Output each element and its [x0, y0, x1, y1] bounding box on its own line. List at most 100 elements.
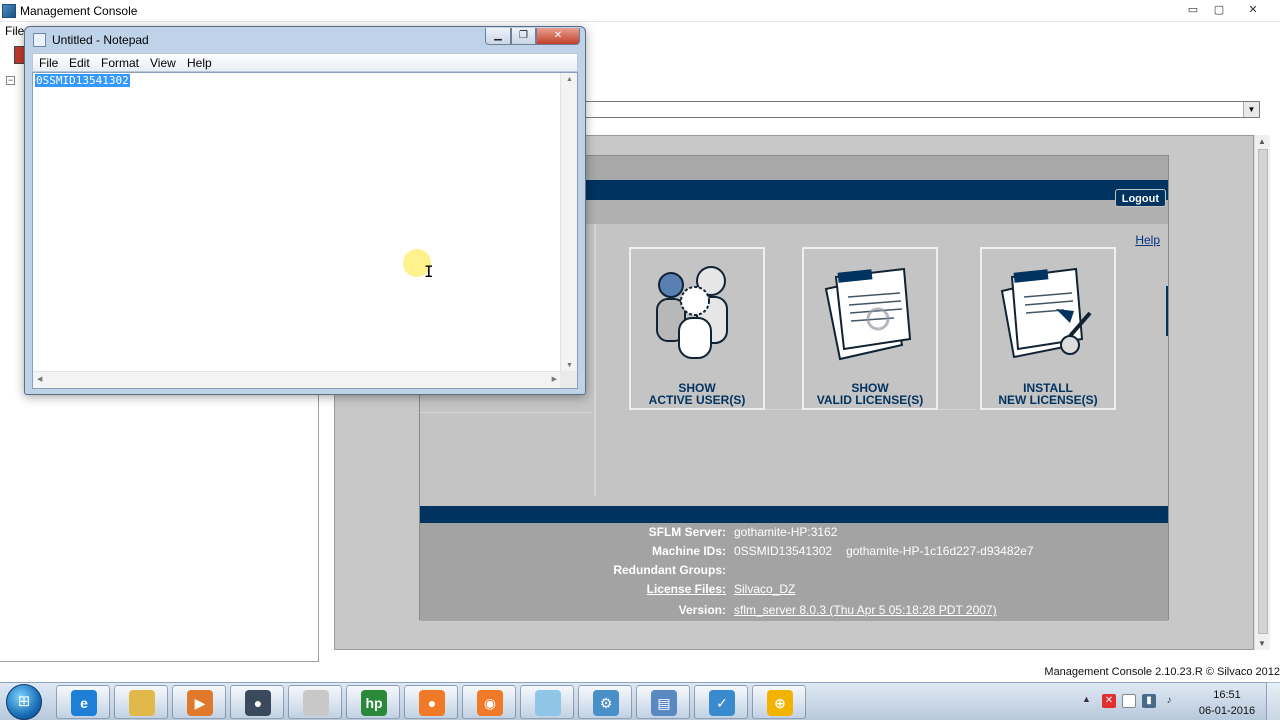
show-desktop-button[interactable]	[1266, 682, 1280, 720]
notepad-title: Untitled - Notepad	[52, 33, 149, 47]
maximize-button[interactable]: ▢	[1208, 2, 1230, 18]
management-console-titlebar: Management Console ▭ ▢ ✕	[0, 0, 1280, 22]
security-alert-icon[interactable]: ✕	[1102, 694, 1116, 708]
globe-check-icon: ✓	[709, 690, 735, 716]
notepad-app-icon	[33, 33, 46, 47]
sflm-globe-icon: ⊕	[767, 690, 793, 716]
taskbar-button-hp[interactable]: hp	[346, 685, 400, 719]
info-header-bar	[420, 506, 1168, 523]
usb-device-icon[interactable]	[1122, 694, 1136, 708]
management-console-app-icon	[2, 4, 16, 18]
notepad-close-button[interactable]: ✕	[536, 28, 580, 45]
show-valid-licenses-tile[interactable]: SHOW VALID LICENSE(S)	[802, 247, 938, 410]
tile-label: SHOW VALID LICENSE(S)	[816, 381, 924, 407]
tile-label: INSTALL NEW LICENSE(S)	[998, 381, 1098, 407]
taskbar-button-file-explorer[interactable]	[114, 685, 168, 719]
internet-explorer-icon: e	[71, 690, 97, 716]
volume-icon[interactable]: ♪	[1162, 694, 1176, 708]
notepad-titlebar[interactable]: Untitled - Notepad ▁ ❐ ✕	[25, 27, 585, 53]
machine-id-1: 0SSMID13541302	[734, 544, 833, 558]
scrollbar-thumb[interactable]	[1258, 149, 1268, 634]
taskbar-button-media-player[interactable]: ▶	[172, 685, 226, 719]
right-edge-accent	[1166, 286, 1168, 336]
license-document-icon	[824, 267, 912, 361]
version-row: Version: sflm_server 8.0.3 (Thu Apr 5 05…	[420, 603, 1168, 621]
notepad-icon	[535, 690, 561, 716]
scroll-up-arrow-icon[interactable]: ▲	[566, 76, 573, 83]
scroll-left-arrow-icon[interactable]: ◀	[37, 375, 42, 383]
version-label: Version:	[678, 603, 726, 617]
clock-date: 06-01-2016	[1198, 705, 1256, 717]
taskbar-button-internet-explorer[interactable]: e	[56, 685, 110, 719]
hp-icon: hp	[361, 690, 387, 716]
taskbar-button-management-console[interactable]: ▤	[636, 685, 690, 719]
tray-expand-icon[interactable]: ▲	[1082, 694, 1091, 704]
webcam-icon: ●	[245, 690, 271, 716]
license-key-icon	[1000, 267, 1092, 359]
tile-label: SHOW ACTIVE USER(S)	[648, 381, 746, 407]
redundant-groups-label: Redundant Groups:	[613, 563, 726, 577]
taskbar-button-webcam[interactable]: ●	[230, 685, 284, 719]
notepad-menu-help[interactable]: Help	[187, 56, 212, 70]
taskbar-button-screenshot-app[interactable]: ◉	[462, 685, 516, 719]
minimize-button[interactable]: ▭	[1182, 2, 1204, 18]
address-combobox[interactable]: ▼	[584, 101, 1260, 118]
content-divider	[594, 224, 596, 496]
chevron-down-icon[interactable]: ▼	[1243, 102, 1259, 117]
license-file-link[interactable]: Silvaco_DZ	[734, 582, 795, 596]
machine-ids-label: Machine IDs:	[651, 544, 726, 558]
logout-button[interactable]: Logout	[1114, 189, 1166, 207]
scroll-down-arrow-icon[interactable]: ▼	[1258, 639, 1266, 648]
users-icon	[656, 266, 728, 359]
taskbar-button-notepad[interactable]	[520, 685, 574, 719]
file-explorer-icon	[129, 690, 155, 716]
notepad-text-area[interactable]: 0SSMID13541302 ▲ ▼ ◀ ▶	[32, 72, 578, 389]
taskbar-button-network-tool[interactable]: ⚙	[578, 685, 632, 719]
notepad-menu-edit[interactable]: Edit	[69, 56, 90, 70]
selected-text[interactable]: 0SSMID13541302	[35, 74, 130, 87]
show-active-users-tile[interactable]: SHOW ACTIVE USER(S)	[629, 247, 765, 410]
management-console-icon: ▤	[651, 690, 677, 716]
notepad-window[interactable]: Untitled - Notepad ▁ ❐ ✕ File Edit Forma…	[24, 26, 586, 395]
license-files-row: License Files: Silvaco_DZ	[420, 582, 1168, 600]
install-new-licenses-tile[interactable]: INSTALL NEW LICENSE(S)	[980, 247, 1116, 410]
notepad-horizontal-scrollbar[interactable]: ◀ ▶	[33, 371, 561, 388]
status-bar-text: Management Console 2.10.23.R © Silvaco 2…	[1044, 666, 1280, 678]
browser-vertical-scrollbar[interactable]: ▲ ▼	[1254, 135, 1270, 650]
server-row: SFLM Server: gothamite-HP:3162	[420, 525, 1168, 543]
taskbar-button-sflm-globe[interactable]: ⊕	[752, 685, 806, 719]
taskbar-button-camera-app[interactable]: ●	[404, 685, 458, 719]
notepad-vertical-scrollbar[interactable]: ▲ ▼	[560, 73, 577, 372]
license-files-link[interactable]: License Files:	[647, 582, 726, 596]
text-cursor-icon: I	[424, 262, 434, 281]
notepad-menu-view[interactable]: View	[150, 56, 176, 70]
notepad-maximize-button[interactable]: ❐	[511, 28, 536, 45]
machine-ids-row: Machine IDs: 0SSMID13541302 gothamite-HP-…	[420, 544, 1168, 562]
scroll-down-arrow-icon[interactable]: ▼	[566, 362, 573, 369]
scroll-up-arrow-icon[interactable]: ▲	[1258, 137, 1266, 146]
close-button[interactable]: ✕	[1242, 2, 1264, 18]
system-clock[interactable]: 16:51 06-01-2016	[1196, 687, 1258, 719]
machine-id-2: gothamite-HP-1c16d227-d93482e7	[846, 544, 1034, 558]
notepad-minimize-button[interactable]: ▁	[485, 28, 511, 45]
media-player-icon: ▶	[187, 690, 213, 716]
version-link[interactable]: sflm_server 8.0.3 (Thu Apr 5 05:18:28 PD…	[734, 603, 997, 617]
notepad-menu-bar: File Edit Format View Help	[32, 53, 578, 72]
help-link[interactable]: Help	[1135, 233, 1160, 247]
start-button[interactable]: ⊞	[6, 684, 42, 720]
taskbar-button-globe-check[interactable]: ✓	[694, 685, 748, 719]
notepad-menu-format[interactable]: Format	[101, 56, 139, 70]
menu-file[interactable]: File	[5, 24, 24, 38]
window-title: Management Console	[20, 4, 138, 18]
redundant-groups-row: Redundant Groups:	[420, 563, 1168, 581]
clock-time: 16:51	[1213, 689, 1241, 701]
resize-grip[interactable]	[560, 371, 577, 388]
left-panel-divider	[420, 412, 592, 413]
network-icon[interactable]: ▮	[1142, 694, 1156, 708]
scroll-right-arrow-icon[interactable]: ▶	[552, 375, 557, 383]
notepad-menu-file[interactable]: File	[39, 56, 58, 70]
camera-app-icon: ●	[419, 690, 445, 716]
tree-collapse-icon[interactable]: −	[6, 76, 15, 85]
taskbar-button-printer[interactable]	[288, 685, 342, 719]
printer-icon	[303, 690, 329, 716]
